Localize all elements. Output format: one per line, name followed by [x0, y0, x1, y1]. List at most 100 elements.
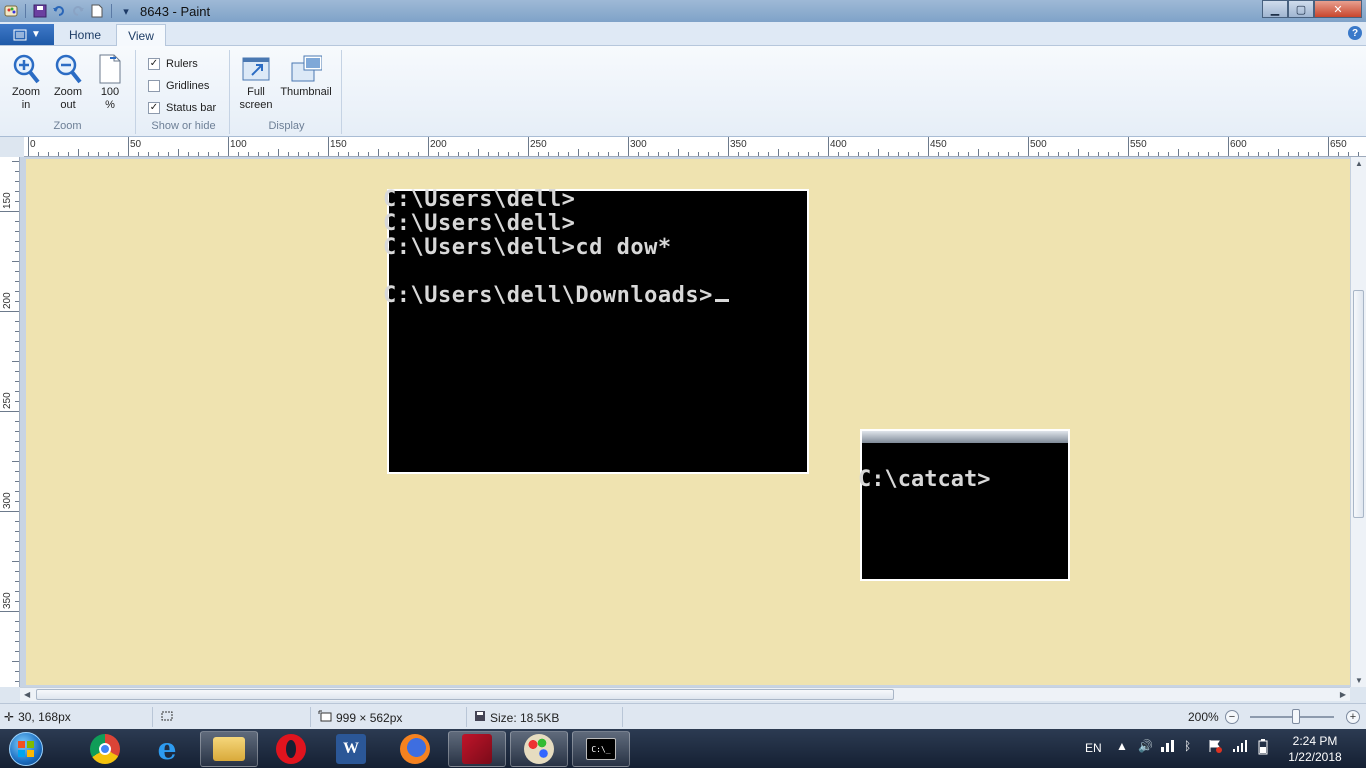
tab-home[interactable]: Home	[60, 24, 110, 46]
language-indicator[interactable]: EN	[1085, 741, 1102, 755]
zoom-slider-thumb[interactable]	[1292, 709, 1300, 724]
ruler-minor-tick	[398, 152, 399, 156]
scroll-left-arrow-icon[interactable]: ◀	[24, 690, 30, 699]
taskbar-autocad[interactable]	[448, 731, 506, 767]
ruler-minor-tick	[15, 501, 19, 502]
rulers-checkbox-row[interactable]: ✓ Rulers	[148, 58, 198, 70]
show-hidden-icons-chevron-icon[interactable]: ▲	[1116, 739, 1128, 753]
ruler-minor-tick	[698, 152, 699, 156]
console-screenshot-2: C:\catcat>	[858, 429, 1070, 581]
vertical-scrollbar[interactable]: ▲ ▼	[1350, 157, 1366, 687]
ruler-minor-tick	[1088, 152, 1089, 156]
chrome-icon	[90, 734, 120, 764]
ruler-minor-tick	[498, 152, 499, 156]
system-clock[interactable]: 2:24 PM 1/22/2018	[1280, 733, 1350, 765]
ruler-minor-tick	[258, 152, 259, 156]
taskbar-firefox[interactable]	[386, 731, 444, 767]
ruler-minor-tick	[688, 152, 689, 156]
ruler-minor-tick	[15, 521, 19, 522]
ruler-minor-tick	[718, 152, 719, 156]
new-file-icon[interactable]	[89, 3, 105, 19]
ruler-minor-tick	[1168, 152, 1169, 156]
ruler-major-tick	[728, 137, 729, 156]
undo-icon[interactable]	[51, 3, 67, 19]
ruler-minor-tick	[1208, 152, 1209, 156]
ruler-minor-tick	[608, 152, 609, 156]
wifi-signal-icon[interactable]	[1232, 739, 1248, 756]
status-bar-checkbox[interactable]: ✓	[148, 102, 160, 114]
ruler-minor-tick	[15, 391, 19, 392]
start-button[interactable]	[2, 730, 50, 768]
crosshair-icon: ✛	[4, 710, 15, 724]
taskbar-command-prompt[interactable]: C:\_	[572, 731, 630, 767]
ruler-minor-tick	[1138, 152, 1139, 156]
ruler-minor-tick	[15, 401, 19, 402]
thumbnail-button[interactable]: Thumbnail	[278, 52, 334, 99]
ruler-minor-tick	[15, 481, 19, 482]
ruler-minor-tick	[868, 152, 869, 156]
zoom-out-small-button[interactable]: −	[1225, 710, 1239, 724]
display-group: Full screen Thumbnail Display	[232, 50, 342, 134]
ruler-minor-tick	[968, 152, 969, 156]
taskbar-chrome[interactable]	[76, 731, 134, 767]
volume-icon[interactable]: 🔊	[1138, 739, 1153, 753]
ruler-minor-tick	[1118, 152, 1119, 156]
vertical-scroll-thumb[interactable]	[1353, 290, 1364, 518]
scroll-down-arrow-icon[interactable]: ▼	[1355, 676, 1363, 685]
full-screen-button[interactable]: Full screen	[236, 52, 276, 112]
close-button[interactable]: ✕	[1314, 0, 1362, 18]
tab-view[interactable]: View	[116, 24, 166, 46]
file-menu-button[interactable]: ▼	[0, 24, 54, 45]
maximize-button[interactable]: ▢	[1288, 0, 1314, 18]
zoom-in-small-button[interactable]: +	[1346, 710, 1360, 724]
help-icon[interactable]: ?	[1348, 26, 1362, 40]
ruler-minor-tick	[1038, 152, 1039, 156]
minimize-button[interactable]: ▁	[1262, 0, 1288, 18]
console-line: C:\Users\dell>cd dow*	[383, 235, 672, 260]
zoom-in-button[interactable]: Zoom in	[6, 52, 46, 112]
rulers-checkbox[interactable]: ✓	[148, 58, 160, 70]
redo-icon[interactable]	[70, 3, 86, 19]
show-hide-group-label: Show or hide	[151, 120, 216, 132]
save-icon[interactable]	[32, 3, 48, 19]
ruler-minor-tick	[15, 551, 19, 552]
clock-time: 2:24 PM	[1292, 734, 1338, 748]
ruler-corner	[0, 137, 24, 157]
ruler-minor-tick	[778, 149, 779, 156]
paint-app-icon[interactable]	[3, 3, 19, 19]
scroll-up-arrow-icon[interactable]: ▲	[1355, 159, 1363, 168]
customize-toolbar-chevron-icon[interactable]: ▾	[118, 3, 134, 19]
gridlines-checkbox[interactable]	[148, 80, 160, 92]
ruler-label: 300	[630, 139, 647, 150]
scroll-right-arrow-icon[interactable]: ▶	[1340, 690, 1346, 699]
network-bars-icon[interactable]	[1160, 739, 1174, 756]
taskbar-file-explorer[interactable]	[200, 731, 258, 767]
zoom-group: Zoom in Zoom out 100 % Zoom	[0, 50, 136, 134]
taskbar-word[interactable]: W	[322, 731, 380, 767]
bluetooth-icon[interactable]: ᛒ	[1184, 739, 1191, 753]
battery-icon[interactable]	[1256, 739, 1270, 758]
flag-alert-icon[interactable]	[1208, 739, 1222, 756]
ruler-minor-tick	[15, 331, 19, 332]
horizontal-scrollbar[interactable]: ◀ ▶	[20, 687, 1350, 701]
taskbar-internet-explorer[interactable]: e	[138, 731, 196, 767]
ruler-minor-tick	[15, 371, 19, 372]
horizontal-scroll-thumb[interactable]	[36, 689, 894, 700]
zoom-out-button[interactable]: Zoom out	[48, 52, 88, 112]
gridlines-checkbox-row[interactable]: Gridlines	[148, 80, 209, 92]
ruler-minor-tick	[15, 381, 19, 382]
ruler-minor-tick	[15, 421, 19, 422]
status-bar-checkbox-row[interactable]: ✓ Status bar	[148, 102, 216, 114]
ruler-minor-tick	[348, 152, 349, 156]
taskbar-paint[interactable]	[510, 731, 568, 767]
drawing-canvas[interactable]: C:\Users\dell> C:\Users\dell> C:\Users\d…	[26, 159, 1350, 685]
paint-icon	[524, 734, 554, 764]
ruler-minor-tick	[15, 321, 19, 322]
taskbar-opera[interactable]	[262, 731, 320, 767]
image-dimensions-text: 999 × 562px	[336, 710, 403, 725]
zoom-100-button[interactable]: 100 %	[92, 52, 128, 112]
ruler-minor-tick	[188, 152, 189, 156]
ruler-minor-tick	[948, 152, 949, 156]
ruler-minor-tick	[38, 152, 39, 156]
ruler-minor-tick	[12, 261, 19, 262]
